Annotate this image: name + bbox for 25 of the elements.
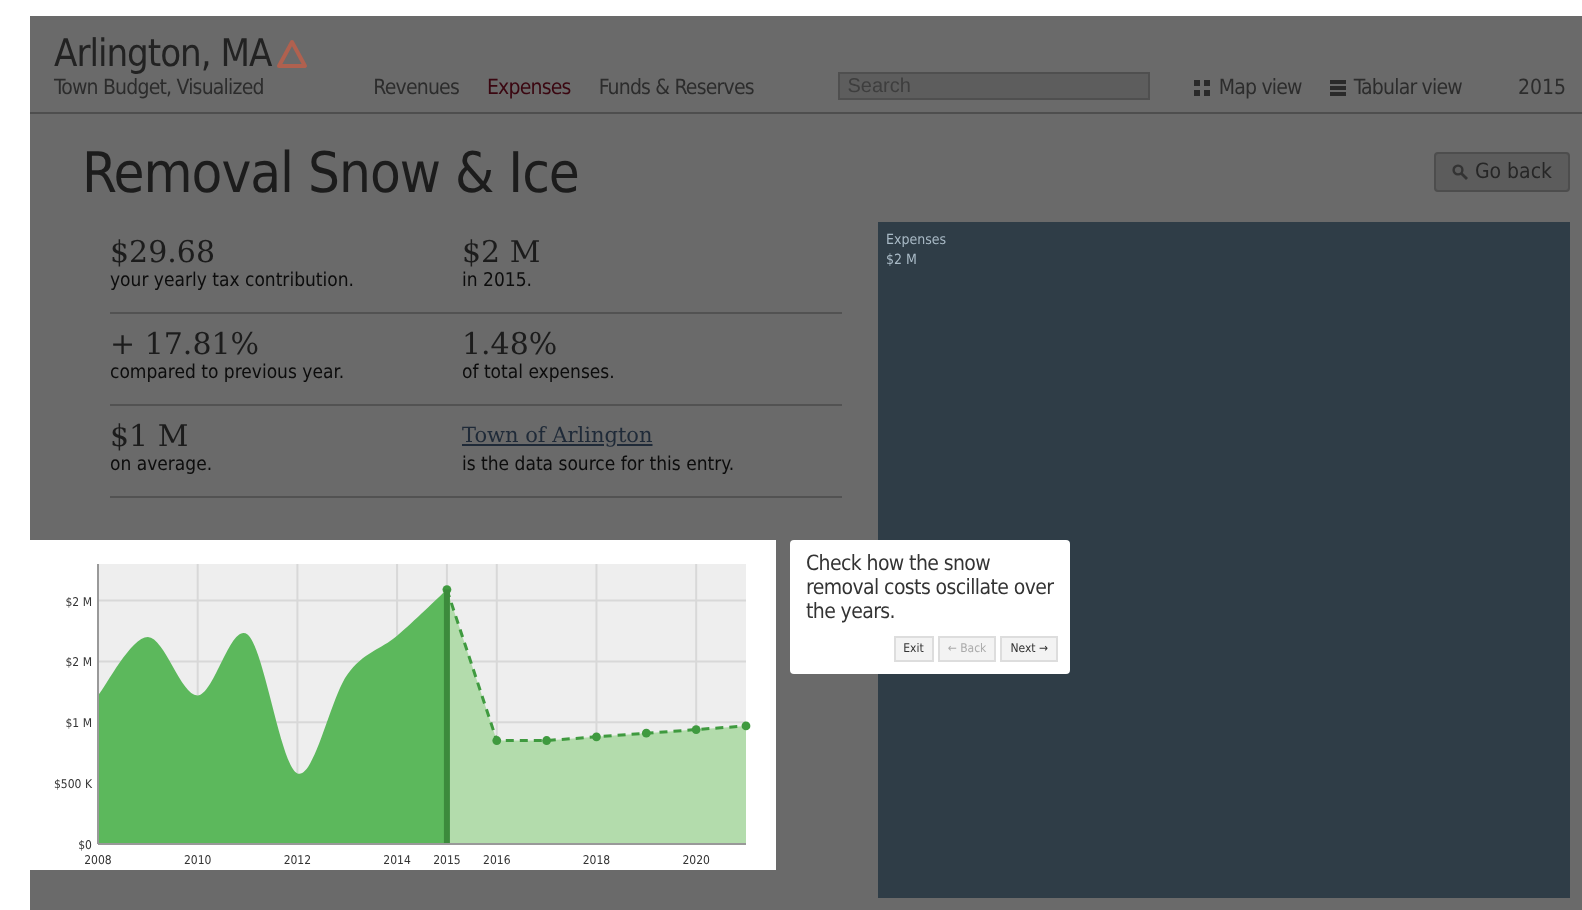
grid-icon bbox=[1194, 80, 1211, 96]
page-title: Removal Snow & Ice bbox=[82, 139, 579, 205]
nav-link[interactable]: Funds & Reserves bbox=[598, 76, 754, 100]
source-link[interactable]: Town of Arlington bbox=[462, 424, 842, 448]
stat-value: $29.68 bbox=[110, 234, 217, 270]
stat-value: 1.48% bbox=[462, 326, 560, 362]
nav-link[interactable]: Expenses bbox=[486, 76, 571, 100]
stat-caption: on average. bbox=[110, 454, 215, 476]
stat-value: + 17.81% bbox=[110, 326, 262, 362]
stat-value: $2 M bbox=[462, 234, 543, 270]
stat-caption: of total expenses. bbox=[462, 362, 617, 384]
stat-caption: compared to previous year. bbox=[110, 362, 347, 384]
stat-caption: in 2015. bbox=[462, 270, 534, 292]
nav-link[interactable]: Revenues bbox=[373, 76, 459, 100]
view-link[interactable]: Map view bbox=[1218, 76, 1302, 100]
year-selector[interactable]: 2015 bbox=[1517, 76, 1566, 100]
stat-value: $1 M bbox=[110, 418, 191, 454]
stat-caption: is the data source for this entry. bbox=[462, 454, 737, 476]
triangle-icon bbox=[275, 38, 308, 70]
view-link[interactable]: Tabular view bbox=[1353, 76, 1462, 100]
site-title: Arlington, MA bbox=[54, 32, 272, 76]
site-subtitle: Town Budget, Visualized bbox=[54, 76, 266, 100]
stat-caption: your yearly tax contribution. bbox=[110, 270, 357, 292]
search-icon bbox=[1452, 164, 1469, 180]
list-icon bbox=[1329, 80, 1346, 96]
